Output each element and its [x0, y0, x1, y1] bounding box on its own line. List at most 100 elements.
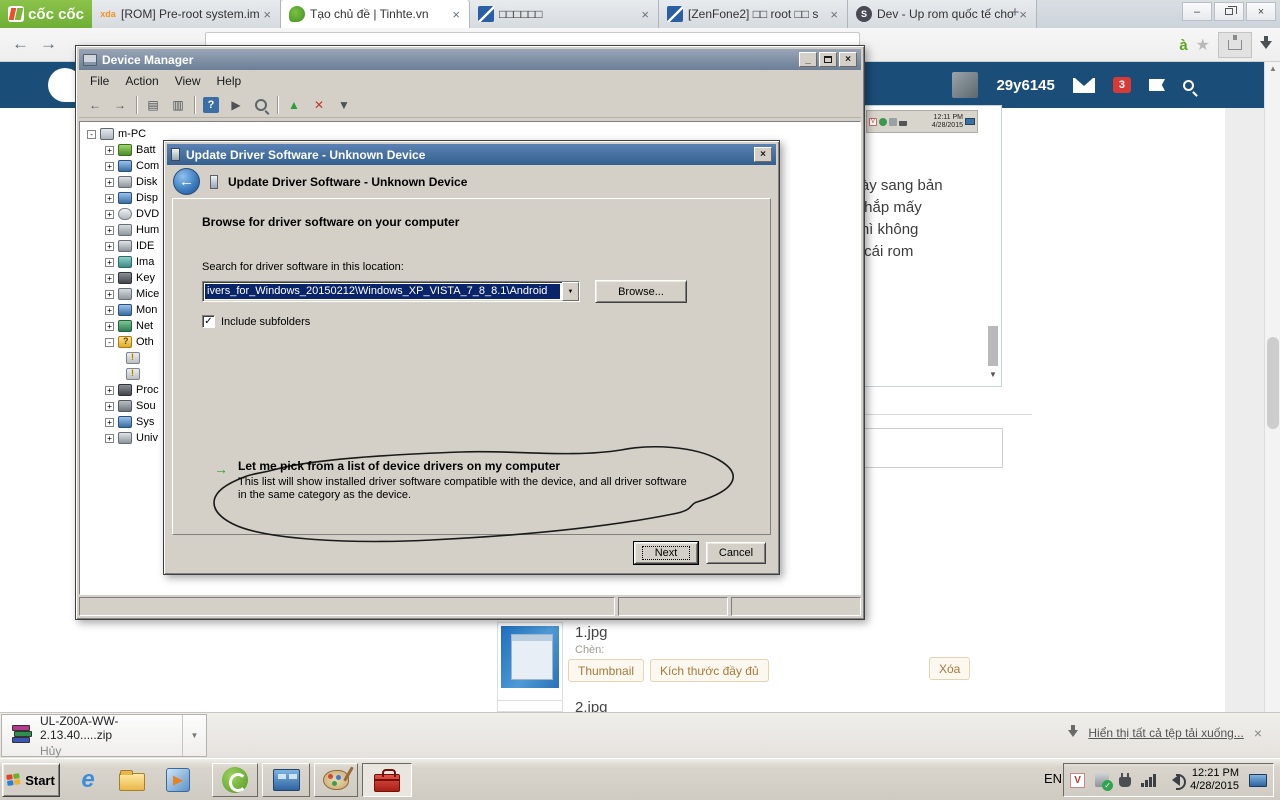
expand-icon[interactable]: + [105, 194, 114, 203]
full-size-button[interactable]: Kích thước đầy đủ [650, 659, 769, 682]
expand-icon[interactable]: + [105, 322, 114, 331]
tree-item[interactable]: + IDE [87, 238, 159, 254]
taskbar-device-manager-button[interactable] [362, 763, 412, 797]
scroll-up-icon[interactable]: ▲ [1265, 62, 1280, 76]
expand-icon[interactable]: + [105, 274, 114, 283]
download-bar-close-icon[interactable]: × [1254, 725, 1262, 741]
include-subfolders-checkbox[interactable]: ✓ [202, 315, 215, 328]
tab-close-icon[interactable]: × [638, 7, 652, 22]
page-scrollbar[interactable]: ▲ [1264, 62, 1280, 712]
forward-icon[interactable]: → [109, 95, 131, 115]
coccoc-logo[interactable]: cốc cốc [0, 0, 92, 28]
tree-item[interactable]: + Net [87, 318, 159, 334]
taskbar-explorer-button[interactable] [112, 763, 152, 797]
username[interactable]: 29y6145 [996, 77, 1054, 94]
browser-tab[interactable]: Tạo chủ đề | Tinhte.vn × [281, 0, 470, 28]
search-icon[interactable] [1183, 80, 1194, 91]
tree-item[interactable] [87, 350, 159, 366]
taskbar-media-player-button[interactable]: ▶ [158, 763, 198, 797]
editor-scroll-down-icon[interactable]: ▼ [987, 370, 999, 379]
tree-root[interactable]: - m-PC [87, 126, 159, 142]
download-item[interactable]: UL-Z00A-WW-2.13.40.....zip Hủy ▼ [1, 714, 207, 757]
attachment-thumbnail[interactable] [497, 622, 563, 710]
menu-item[interactable]: Action [118, 72, 165, 90]
browse-button[interactable]: Browse... [595, 280, 687, 303]
tree-item[interactable]: + Key [87, 270, 159, 286]
notification-badge[interactable]: 3 [1113, 77, 1131, 93]
taskbar-ie-button[interactable]: e [68, 763, 108, 797]
driver-path-value[interactable]: ivers_for_Windows_20150212\Windows_XP_VI… [205, 284, 560, 299]
new-tab-button[interactable]: + [1002, 4, 1028, 22]
dialog-close-button[interactable]: × [754, 147, 772, 162]
tab-close-icon[interactable]: × [827, 7, 841, 22]
expand-icon[interactable]: + [105, 402, 114, 411]
driver-path-combobox[interactable]: ivers_for_Windows_20150212\Windows_XP_VI… [202, 281, 580, 302]
tree-item[interactable]: + Disk [87, 174, 159, 190]
window-close-button[interactable]: × [1246, 2, 1276, 21]
help-icon[interactable]: ? [200, 95, 222, 115]
expand-icon[interactable]: + [105, 386, 114, 395]
uninstall-icon[interactable]: ✕ [308, 95, 330, 115]
download-cancel-link[interactable]: Hủy [40, 744, 182, 758]
collapse-icon[interactable]: - [87, 130, 96, 139]
expand-icon[interactable]: + [105, 306, 114, 315]
tab-close-icon[interactable]: × [260, 7, 274, 22]
properties-icon[interactable]: ▥ [167, 95, 189, 115]
expand-icon[interactable]: + [105, 258, 114, 267]
scan-hardware-icon[interactable] [250, 95, 272, 115]
tree-item[interactable]: + Ima [87, 254, 159, 270]
tree-item[interactable]: + Batt [87, 142, 159, 158]
expand-icon[interactable]: + [105, 226, 114, 235]
tray-clock[interactable]: 12:21 PM 4/28/2015 [1190, 767, 1239, 793]
browser-forward-icon[interactable]: → [40, 34, 57, 54]
wizard-back-button[interactable]: ← [173, 168, 200, 195]
dm-minimize-button[interactable]: _ [799, 52, 817, 67]
download-arrow-icon[interactable] [1260, 41, 1272, 55]
mail-icon[interactable] [1073, 78, 1095, 93]
menu-item[interactable]: Help [210, 72, 249, 90]
tree-item[interactable]: + Proc [87, 382, 159, 398]
tree-item[interactable]: + DVD [87, 206, 159, 222]
delete-attachment-button[interactable]: Xóa [929, 657, 970, 680]
expand-icon[interactable]: + [105, 418, 114, 427]
tree-item[interactable]: + Sou [87, 398, 159, 414]
safely-remove-hardware-icon[interactable] [1095, 773, 1109, 787]
browser-tab[interactable]: [ZenFone2] □□ root □□ s × [659, 0, 848, 28]
tree-item[interactable]: + Sys [87, 414, 159, 430]
disable-icon[interactable]: ▼ [333, 95, 355, 115]
tree-item[interactable] [87, 366, 159, 382]
tree-item[interactable]: - Oth [87, 334, 159, 350]
browser-tab[interactable]: xda [ROM] Pre-root system.img × [92, 0, 281, 28]
cancel-button[interactable]: Cancel [706, 542, 766, 564]
start-button[interactable]: Start [2, 763, 60, 797]
network-signal-icon[interactable] [1141, 773, 1156, 787]
console-tree-icon[interactable]: ▤ [142, 95, 164, 115]
spellcheck-icon[interactable]: à [1179, 37, 1187, 54]
dm-maximize-button[interactable] [819, 52, 837, 67]
tree-item[interactable]: + Univ [87, 430, 159, 446]
let-me-pick-title[interactable]: Let me pick from a list of device driver… [238, 459, 694, 473]
dm-close-button[interactable]: × [839, 52, 857, 67]
expand-icon[interactable]: + [105, 290, 114, 299]
taskbar-coccoc-button[interactable] [212, 763, 258, 797]
expand-icon[interactable]: + [105, 146, 114, 155]
tree-item[interactable]: + Mice [87, 286, 159, 302]
editor-scrollbar[interactable]: ▼ [987, 326, 999, 384]
expand-icon[interactable]: + [105, 434, 114, 443]
show-all-downloads-link[interactable]: Hiển thị tất cả tệp tải xuống... [1088, 726, 1243, 740]
menu-item[interactable]: View [168, 72, 208, 90]
browser-back-icon[interactable]: ← [12, 34, 29, 54]
menu-item[interactable]: File [83, 72, 116, 90]
expand-icon[interactable]: + [105, 210, 114, 219]
bookmark-star-icon[interactable]: ★ [1196, 35, 1210, 55]
volume-icon[interactable] [1166, 774, 1180, 786]
expand-icon[interactable]: + [105, 242, 114, 251]
scrollbar-thumb[interactable] [1267, 337, 1279, 429]
thumbnail-button[interactable]: Thumbnail [568, 659, 644, 682]
tree-item[interactable]: + Com [87, 158, 159, 174]
taskbar-management-button[interactable] [262, 763, 310, 797]
action-pane-icon[interactable]: ▶ [225, 95, 247, 115]
update-driver-icon[interactable]: ▲ [283, 95, 305, 115]
downloads-tray-button[interactable] [1218, 32, 1252, 58]
window-restore-button[interactable] [1214, 2, 1244, 21]
